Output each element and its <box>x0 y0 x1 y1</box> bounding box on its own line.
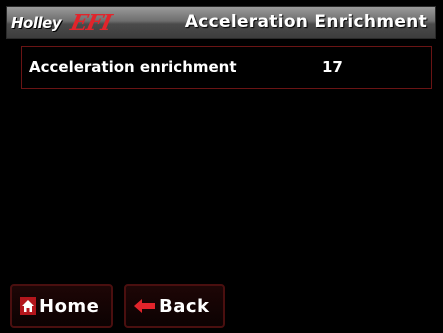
back-button-label: Back <box>159 295 210 317</box>
home-icon <box>20 297 36 315</box>
parameter-value: 17 <box>322 58 343 76</box>
logo-brand: Holley <box>11 14 62 32</box>
back-button[interactable]: Back <box>124 284 225 328</box>
header-bar: Holley EFI Acceleration Enrichment <box>6 6 436 39</box>
screen: Holley EFI Acceleration Enrichment Accel… <box>0 0 443 333</box>
home-button[interactable]: Home <box>10 284 113 328</box>
page-title: Acceleration Enrichment <box>184 12 427 32</box>
logo-product: EFI <box>68 10 114 36</box>
left-arrow-icon <box>134 298 156 314</box>
holley-efi-logo: Holley EFI <box>11 10 114 36</box>
home-button-label: Home <box>39 295 100 317</box>
parameter-label: Acceleration enrichment <box>29 58 237 76</box>
parameter-row-acceleration-enrichment[interactable]: Acceleration enrichment 17 <box>21 46 432 89</box>
